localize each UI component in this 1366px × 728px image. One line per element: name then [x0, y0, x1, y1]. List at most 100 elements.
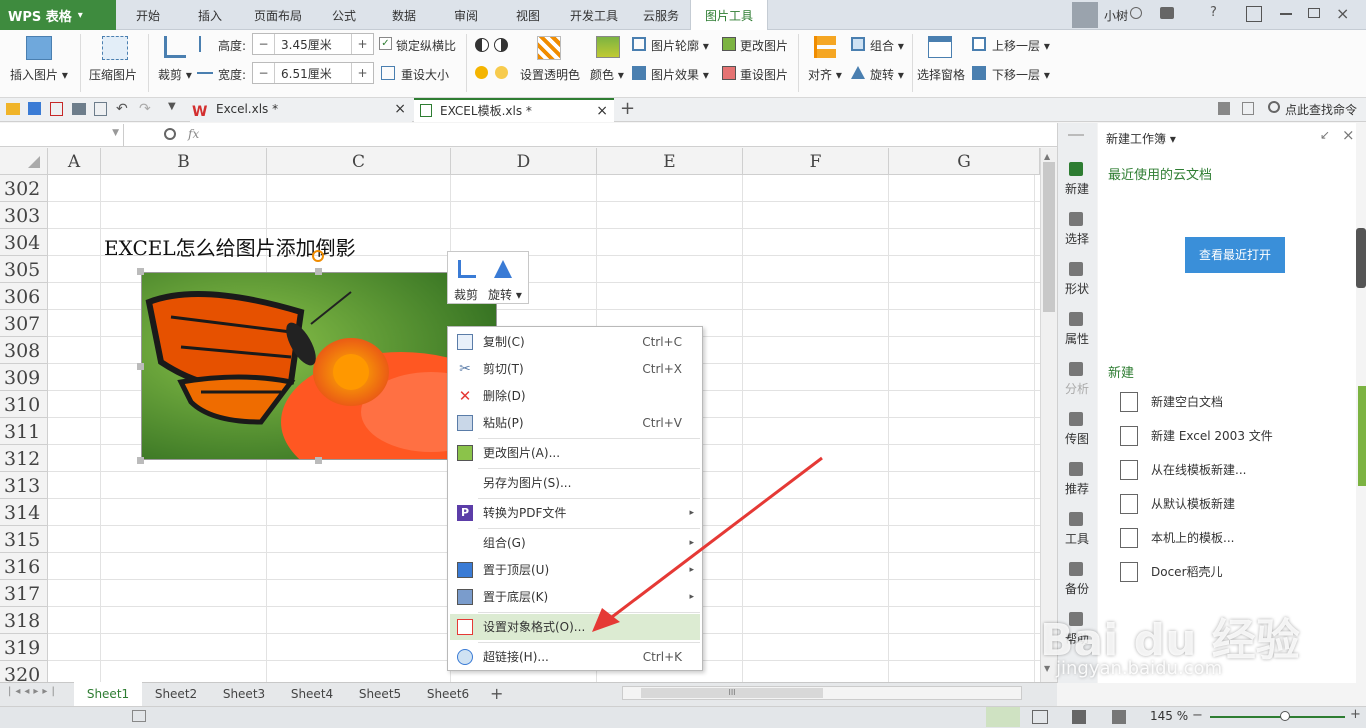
column-header-e[interactable]: E — [597, 148, 743, 175]
height-field[interactable]: − 3.45厘米 + — [252, 33, 374, 55]
row-header[interactable]: 312 — [0, 445, 48, 472]
tab-developer[interactable]: 开发工具 — [564, 0, 624, 30]
set-transparent-button[interactable]: 设置透明色 — [520, 66, 580, 83]
width-decrease[interactable]: − — [253, 63, 275, 83]
nav-recommend[interactable]: 推荐 — [1060, 480, 1094, 497]
row-header[interactable]: 310 — [0, 391, 48, 418]
tab-formula[interactable]: 公式 — [322, 0, 366, 30]
new-from-online-template-link[interactable]: 从在线模板新建... — [1151, 461, 1246, 478]
group-button[interactable]: 组合 ▾ — [870, 37, 904, 54]
undo-icon[interactable]: ↶ — [116, 101, 128, 117]
picture-effect-button[interactable]: 图片效果 ▾ — [651, 66, 709, 83]
nav-shape[interactable]: 形状 — [1060, 280, 1094, 297]
quick-access-dropdown-icon[interactable]: ▼ — [168, 101, 176, 112]
panel-scroll-handle[interactable] — [1356, 228, 1366, 288]
tab-insert[interactable]: 插入 — [186, 0, 234, 30]
local-templates-link[interactable]: 本机上的模板... — [1151, 529, 1234, 546]
send-backward-button[interactable]: 下移一层 ▾ — [992, 66, 1050, 83]
menu-item-copy[interactable]: 复制(C) Ctrl+C — [450, 329, 700, 355]
row-header[interactable]: 302 — [0, 175, 48, 202]
resize-handle-sw[interactable] — [137, 457, 144, 464]
row-header[interactable]: 303 — [0, 202, 48, 229]
row-header[interactable]: 319 — [0, 634, 48, 661]
zoom-slider[interactable] — [1210, 716, 1345, 718]
share-icon[interactable] — [1242, 102, 1254, 115]
width-field[interactable]: − 6.51厘米 + — [252, 62, 374, 84]
menu-item-delete[interactable]: ✕ 删除(D) — [450, 383, 700, 409]
column-header-a[interactable]: A — [48, 148, 101, 175]
tab-start[interactable]: 开始 — [124, 0, 172, 30]
collapse-panel-icon[interactable]: ↙ — [1320, 128, 1330, 142]
close-panel-icon[interactable]: × — [1342, 126, 1355, 144]
drag-handle[interactable] — [1068, 134, 1084, 136]
resize-handle-w[interactable] — [137, 363, 144, 370]
eye-protect-icon[interactable] — [1112, 710, 1126, 724]
export-pdf-icon[interactable] — [50, 102, 63, 116]
reset-picture-button[interactable]: 重设图片 — [740, 66, 788, 83]
lock-ratio-checkbox[interactable]: ✓ — [379, 37, 392, 50]
reset-size-button[interactable]: 重设大小 — [401, 66, 449, 83]
sheet-tab-5[interactable]: Sheet5 — [346, 682, 414, 706]
sheet-tab-4[interactable]: Sheet4 — [278, 682, 346, 706]
close-tab-icon[interactable]: × — [596, 100, 608, 122]
rotate-icon[interactable] — [494, 260, 512, 278]
row-header[interactable]: 308 — [0, 337, 48, 364]
row-header[interactable]: 311 — [0, 418, 48, 445]
horizontal-scroll-thumb[interactable]: III — [641, 688, 823, 698]
height-increase[interactable]: + — [351, 34, 373, 54]
sheet-tab-1[interactable]: Sheet1 — [74, 682, 142, 706]
open-icon[interactable] — [6, 103, 20, 115]
new-blank-doc-link[interactable]: 新建空白文档 — [1151, 393, 1223, 410]
row-header[interactable]: 313 — [0, 472, 48, 499]
resize-handle-nw[interactable] — [137, 268, 144, 275]
brightness-down-icon[interactable] — [495, 66, 508, 79]
mini-rotate-button[interactable]: 旋转 ▾ — [488, 286, 522, 303]
close-tab-icon[interactable]: × — [394, 98, 406, 120]
column-header-f[interactable]: F — [743, 148, 889, 175]
sheet-tab-2[interactable]: Sheet2 — [142, 682, 210, 706]
align-button[interactable]: 对齐 ▾ — [808, 66, 842, 83]
print-preview-icon[interactable] — [94, 102, 107, 116]
reading-mode-icon[interactable] — [1072, 710, 1086, 724]
new-tab-button[interactable]: + — [620, 98, 635, 119]
zoom-slider-thumb[interactable] — [1280, 711, 1290, 721]
height-decrease[interactable]: − — [253, 34, 275, 54]
compress-picture-button[interactable]: 压缩图片 — [89, 66, 137, 83]
row-header[interactable]: 316 — [0, 553, 48, 580]
doc-tab-excel[interactable]: W Excel.xls * × — [190, 98, 412, 122]
column-header-c[interactable]: C — [267, 148, 451, 175]
selection-pane-button[interactable]: 选择窗格 — [917, 66, 965, 83]
nav-properties[interactable]: 属性 — [1060, 330, 1094, 347]
width-increase[interactable]: + — [351, 63, 373, 83]
formula-input[interactable] — [212, 124, 1057, 146]
menu-item-cut[interactable]: ✂ 剪切(T) Ctrl+X — [450, 356, 700, 382]
butterfly-picture[interactable] — [141, 272, 497, 460]
color-button[interactable]: 颜色 ▾ — [590, 66, 624, 83]
add-sheet-button[interactable]: + — [490, 684, 503, 703]
picture-outline-button[interactable]: 图片轮廓 ▾ — [651, 37, 709, 54]
avatar[interactable] — [1072, 2, 1098, 28]
contrast-down-icon[interactable] — [494, 38, 508, 52]
panel-side-tab[interactable] — [1358, 386, 1366, 486]
row-header[interactable]: 306 — [0, 283, 48, 310]
docer-link[interactable]: Docer稻壳儿 — [1151, 563, 1223, 580]
redo-icon[interactable]: ↷ — [139, 101, 151, 117]
command-search[interactable]: 点此查找命令 — [1285, 101, 1357, 118]
menu-item-hyperlink[interactable]: 超链接(H)... Ctrl+K — [450, 644, 700, 670]
zoom-icon[interactable] — [164, 128, 176, 140]
normal-view-icon[interactable] — [986, 707, 1020, 727]
resize-handle-s[interactable] — [315, 457, 322, 464]
crop-icon[interactable] — [458, 260, 476, 278]
help-icon[interactable]: ? — [1210, 5, 1217, 20]
new-excel-2003-link[interactable]: 新建 Excel 2003 文件 — [1151, 427, 1273, 444]
minimize-icon[interactable] — [1280, 13, 1292, 15]
nav-select[interactable]: 选择 — [1060, 230, 1094, 247]
nav-backup[interactable]: 备份 — [1060, 580, 1094, 597]
rotate-button[interactable]: 旋转 ▾ — [870, 66, 904, 83]
skin-icon[interactable] — [1130, 7, 1142, 19]
change-picture-button[interactable]: 更改图片 — [740, 37, 788, 54]
save-icon[interactable] — [28, 102, 41, 115]
row-header[interactable]: 305 — [0, 256, 48, 283]
column-header-d[interactable]: D — [451, 148, 597, 175]
upload-icon[interactable] — [1246, 6, 1262, 22]
